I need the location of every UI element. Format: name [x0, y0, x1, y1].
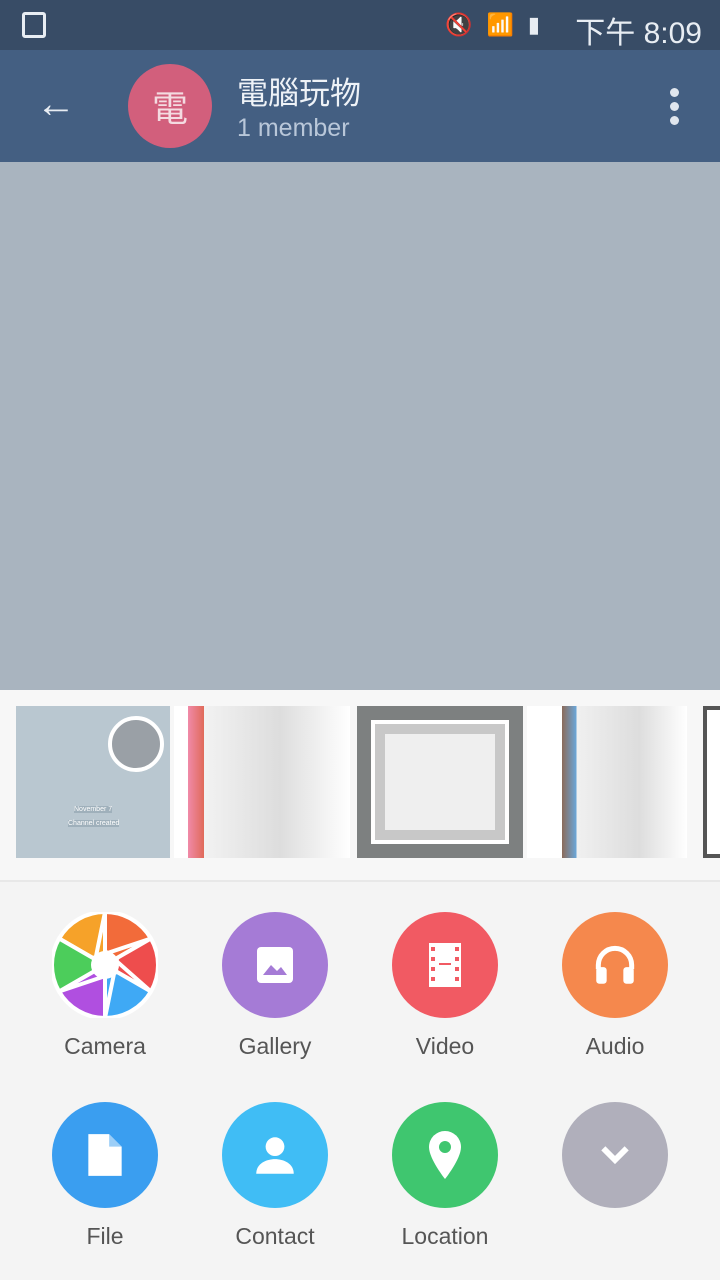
image-icon [222, 912, 328, 1018]
attach-label: Audio [585, 1033, 645, 1059]
attach-camera-button[interactable]: Camera [20, 912, 190, 1060]
person-icon [222, 1102, 328, 1208]
attach-label: Contact [235, 1223, 315, 1249]
chat-background [0, 162, 720, 690]
avatar[interactable]: 電 [128, 64, 212, 148]
photo-thumbnail[interactable] [527, 706, 687, 858]
file-icon [52, 1102, 158, 1208]
attach-location-button[interactable]: Location [360, 1102, 530, 1250]
attach-gallery-button[interactable]: Gallery [190, 912, 360, 1060]
location-pin-icon [392, 1102, 498, 1208]
photo-thumbnail[interactable] [174, 706, 350, 858]
headphones-icon [562, 912, 668, 1018]
chat-header: ← 電 電腦玩物 1 member [0, 50, 720, 162]
back-arrow-icon[interactable]: ← [36, 84, 76, 124]
more-options-icon[interactable] [670, 88, 682, 125]
chevron-down-icon [562, 1102, 668, 1208]
attach-file-button[interactable]: File [20, 1102, 190, 1250]
screenshot-icon [22, 12, 46, 38]
film-icon [392, 912, 498, 1018]
clock: 下午 8:09 [575, 17, 702, 50]
status-bar: 🔇 📶 ▮ 下午 8:09 [0, 0, 720, 50]
wifi-icon: 📶 [486, 12, 514, 37]
select-circle[interactable] [108, 716, 164, 772]
chat-title[interactable]: 電腦玩物 [237, 68, 361, 113]
photo-thumbnail[interactable] [357, 706, 523, 858]
camera-shutter-icon [52, 912, 158, 1018]
attach-video-button[interactable]: Video [360, 912, 530, 1060]
attach-label: Gallery [238, 1033, 312, 1059]
photo-thumbnail[interactable]: November 7 Channel created [16, 706, 170, 858]
member-count: 1 member [237, 114, 350, 142]
battery-icon: ▮ [527, 12, 540, 37]
thumb-caption: November 7 [74, 806, 113, 813]
attach-label: File [86, 1223, 124, 1249]
recent-photos-strip[interactable]: November 7 Channel created [0, 690, 720, 882]
attach-label: Location [401, 1223, 489, 1249]
thumb-caption: Channel created [68, 820, 120, 827]
vibrate-mute-icon: 🔇 [445, 12, 473, 37]
attach-panel: November 7 Channel created Camera Gallery… [0, 690, 720, 1280]
attach-audio-button[interactable]: Audio [530, 912, 700, 1060]
attach-contact-button[interactable]: Contact [190, 1102, 360, 1250]
attach-more-button[interactable] [530, 1102, 700, 1223]
attach-label: Camera [64, 1033, 146, 1059]
attach-label: Video [415, 1033, 475, 1059]
photo-thumbnail[interactable] [703, 706, 720, 858]
